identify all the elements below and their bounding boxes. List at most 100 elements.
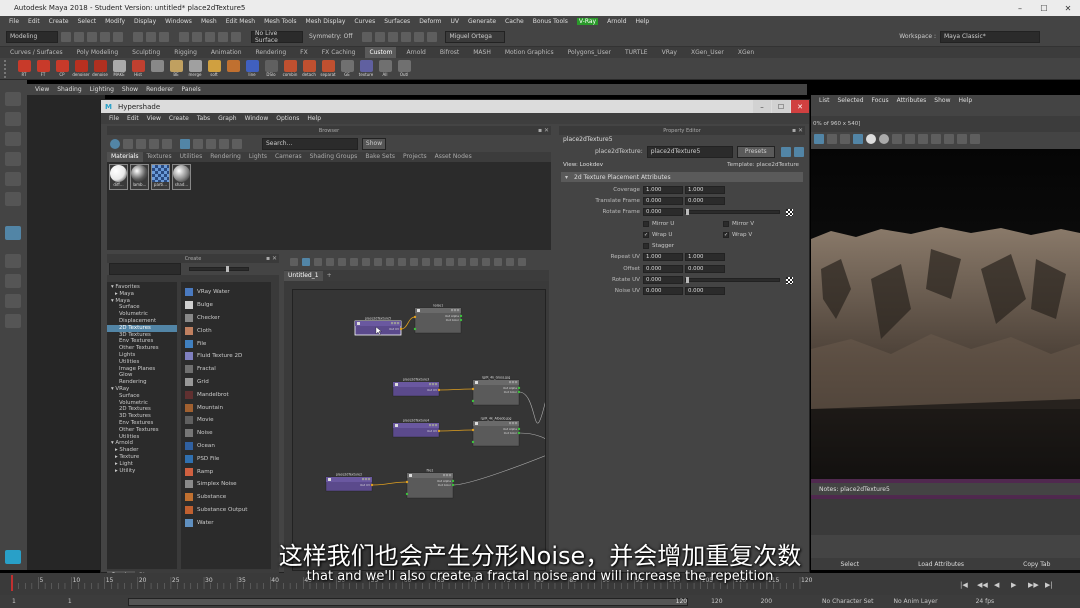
create-node-cloth[interactable]: Cloth [181,324,271,337]
graph-node[interactable]: place2dTexture2 Out UV [325,473,374,492]
shelf-tab-motion-graphics[interactable]: Motion Graphics [501,47,558,58]
shelf-button-soft[interactable]: soft [205,59,223,79]
node-connection[interactable] [438,388,474,391]
create-close-icon[interactable]: ▪ ✕ [266,255,277,262]
render-icon-active[interactable] [853,134,863,144]
range-slider[interactable] [127,597,688,606]
material-swatch[interactable]: lamb... [130,164,149,190]
node-connection[interactable] [371,481,408,486]
node-mode-icon[interactable] [368,478,371,481]
live-surface-field[interactable]: No Live Surface [251,30,303,44]
node-connection[interactable] [518,432,546,440]
output-port[interactable] [459,314,463,318]
create-node-fractal[interactable]: Fractal [181,363,271,376]
render-snapshot-icon[interactable] [827,134,837,144]
browser-tab-projects[interactable]: Projects [399,152,431,162]
select-object-icon[interactable] [146,31,156,42]
node-graph[interactable]: place2dTexture5 Out UV noise1 Out Alpha Out … [292,289,546,571]
create-node-noise[interactable]: Noise [181,427,271,440]
menu-display[interactable]: Display [134,18,156,25]
slider-handle[interactable] [686,277,689,284]
create-tree-item[interactable]: Displacement [107,318,177,325]
symmetry-label[interactable]: Symmetry: Off [309,33,352,40]
output-port[interactable] [370,483,374,487]
frame-icon[interactable] [957,134,967,144]
pause-icon[interactable] [414,31,425,42]
node-mode-icon[interactable] [429,383,432,386]
new-scene-icon[interactable] [61,31,71,42]
menu-create[interactable]: Create [49,18,69,25]
node-editor-tool-icon[interactable] [374,258,382,266]
shelf-tab-rigging[interactable]: Rigging [170,47,201,58]
pe-slider[interactable] [685,277,780,284]
pe-value-field[interactable]: 0.000 [685,264,725,273]
output-port[interactable] [451,483,455,487]
input-port[interactable] [413,315,417,319]
pe-value-field[interactable]: 0.000 [685,196,725,205]
output-port[interactable] [517,390,521,394]
create-tree-item[interactable]: Surface [107,393,177,400]
create-node-psd-file[interactable]: PSD File [181,452,271,465]
redo-icon[interactable] [113,31,123,42]
browser-icon-7[interactable] [193,138,203,149]
mode-dropdown[interactable]: Modeling [6,30,58,43]
browser-tab-lights[interactable]: Lights [245,152,271,162]
shelf-tab-xgen[interactable]: XGen [734,47,758,58]
range-end-2[interactable]: 120 [711,598,722,605]
create-node-ramp[interactable]: Ramp [181,465,271,478]
shelf-button-cp[interactable]: CP [53,59,71,79]
node-editor-tool-icon[interactable] [410,258,418,266]
range-end[interactable]: 120 [676,598,687,605]
hypershade-icon[interactable] [427,31,438,42]
play-icon[interactable] [401,31,412,42]
node-mode-icon[interactable] [451,309,454,312]
create-tree-item[interactable]: ▾ VRay [107,386,177,393]
create-tree-item[interactable]: ▸ Texture [107,454,177,461]
input-port[interactable] [471,428,475,432]
graph-node[interactable]: rgrR_4k_Gloss.jpgOut AlphaOut Color [471,376,521,406]
pan-icon[interactable] [944,134,954,144]
create-tree-item[interactable]: ▾ Favorites [107,284,177,291]
create-tree-item[interactable]: ▾ Arnold [107,440,177,447]
workspace-dropdown[interactable]: Maya Classic* [940,30,1040,43]
minimize-button[interactable]: – [1008,0,1032,16]
save-scene-icon[interactable] [87,31,97,42]
node-mode-icon[interactable] [391,322,394,325]
input-port[interactable] [471,440,475,444]
shelf-tab-fx[interactable]: FX [296,47,312,58]
viewport-menu-panels[interactable]: Panels [181,86,200,93]
pe-close-icon[interactable]: ▪ ✕ [792,127,803,134]
create-search-input[interactable] [109,263,181,275]
node-connection[interactable] [438,429,474,432]
section-collapse-icon[interactable]: ▾ [565,174,568,181]
create-tree-item[interactable]: Utilities [107,359,177,366]
browser-tab-cameras[interactable]: Cameras [271,152,306,162]
create-node-ocean[interactable]: Ocean [181,440,271,453]
shelf-handle[interactable] [4,59,14,78]
render-region-icon[interactable] [814,134,824,144]
browser-tab-materials[interactable]: Materials [107,152,143,162]
checkbox-icon[interactable]: ✓ [643,231,649,238]
menu-uv[interactable]: UV [451,18,460,25]
node-editor-tool-icon[interactable] [314,258,322,266]
browser-icon-5[interactable] [162,138,172,149]
shelf-tab-vray[interactable]: VRay [658,47,681,58]
create-tree-item[interactable]: 3D Textures [107,413,177,420]
create-tree-item[interactable]: Glow [107,372,177,379]
checkbox-icon[interactable] [643,243,649,250]
shelf-button-be[interactable]: BE [167,59,185,79]
pe-slider[interactable] [685,209,780,216]
shelf-button-hist[interactable]: Hist [129,59,147,79]
maximize-button[interactable]: ☐ [1032,0,1056,16]
browser-icon-2[interactable] [123,138,133,149]
browser-tab-bake-sets[interactable]: Bake Sets [361,152,399,162]
shelf-tab-polygons-user[interactable]: Polygons_User [564,47,615,58]
create-tree-item[interactable]: Image Planes [107,366,177,373]
add-tab-button[interactable]: + [323,271,336,281]
checkbox-icon[interactable] [723,220,729,227]
create-node-movie[interactable]: Movie [181,414,271,427]
shelf-tab-xgen-user[interactable]: XGen_User [687,47,728,58]
output-port[interactable] [451,479,455,483]
menu-curves[interactable]: Curves [354,18,375,25]
node-mode-icon[interactable] [432,424,435,427]
